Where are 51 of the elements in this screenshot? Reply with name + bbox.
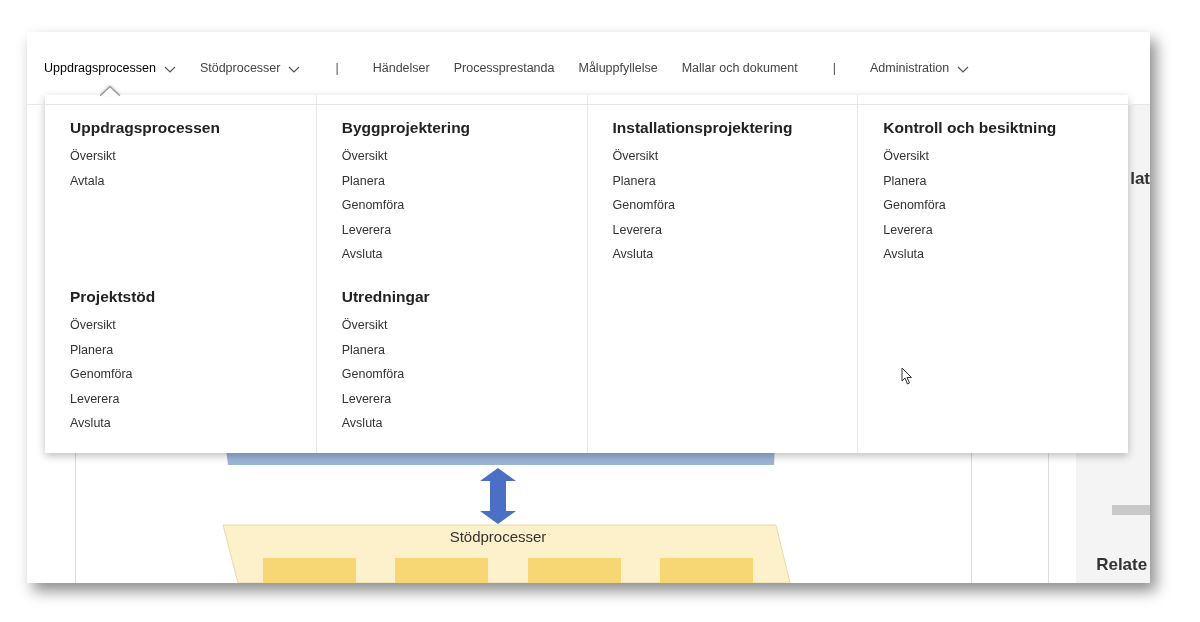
nav-menu[interactable]: Uppdragsprocessen	[44, 39, 176, 97]
nav-separator: |	[335, 61, 339, 75]
menu-link[interactable]: Avtala	[70, 168, 105, 193]
scrollbar[interactable]	[1112, 505, 1150, 515]
nav-menu[interactable]: Stödprocesser	[199, 39, 301, 97]
menu-link[interactable]: Översikt	[341, 144, 388, 169]
chevron-down-icon	[163, 65, 176, 73]
menu-link[interactable]: Planera	[341, 168, 385, 193]
menu-heading-link[interactable]: Byggprojektering	[341, 119, 471, 137]
menu-link[interactable]: Genomföra	[70, 362, 133, 387]
menu-link[interactable]: Planera	[341, 337, 385, 362]
menu-heading-link[interactable]: Projektstöd	[70, 288, 156, 306]
nav-link[interactable]: Processprestanda	[453, 39, 555, 97]
menu-link[interactable]: Genomföra	[612, 193, 676, 218]
menu-heading-link[interactable]: Utredningar	[341, 288, 430, 306]
menu-link[interactable]: Leverera	[612, 217, 662, 242]
menu-heading-link[interactable]: Uppdragsprocessen	[70, 119, 220, 137]
nav-link[interactable]: Händelser	[372, 39, 430, 97]
menu-link[interactable]: Avsluta	[70, 411, 111, 436]
menu-link[interactable]: Översikt	[612, 144, 659, 169]
menu-link[interactable]: Planera	[883, 168, 927, 193]
menu-heading-link[interactable]: Installationsprojektering	[612, 119, 793, 137]
panel-heading: lat	[1130, 169, 1150, 189]
mouse-pointer-icon	[901, 367, 913, 385]
chevron-down-icon	[957, 65, 970, 73]
menu-link[interactable]: Avsluta	[883, 242, 924, 267]
diagram-label: Stödprocesser	[450, 528, 547, 545]
chevron-down-icon	[288, 65, 301, 73]
menu-link[interactable]: Genomföra	[341, 193, 405, 218]
menu-link[interactable]: Leverera	[341, 386, 392, 411]
menu-link[interactable]: Leverera	[883, 217, 933, 242]
menu-link[interactable]: Genomföra	[341, 362, 405, 387]
menu-link[interactable]: Genomföra	[883, 193, 946, 218]
menu-link[interactable]: Leverera	[70, 386, 120, 411]
menu-link[interactable]: Översikt	[70, 313, 116, 338]
menu-link[interactable]: Avsluta	[612, 242, 654, 267]
nav-menu[interactable]: Administration	[870, 39, 970, 97]
menu-link[interactable]: Avsluta	[341, 411, 383, 436]
menu-link[interactable]: Avsluta	[341, 242, 383, 267]
menu-link[interactable]: Översikt	[883, 144, 930, 169]
menu-link[interactable]: Planera	[70, 337, 114, 362]
menu-link[interactable]: Översikt	[341, 313, 388, 338]
menu-link[interactable]: Planera	[612, 168, 656, 193]
menu-heading-link[interactable]: Kontroll och besiktning	[883, 119, 1057, 137]
panel-heading: Relate	[1096, 555, 1149, 575]
nav-link[interactable]: Måluppfyllelse	[578, 39, 658, 97]
nav-link[interactable]: Mallar och dokument	[681, 39, 798, 97]
menu-link[interactable]: Leverera	[341, 217, 392, 242]
nav-separator: |	[832, 61, 836, 75]
double-arrow-icon	[480, 468, 517, 524]
menu-link[interactable]: Översikt	[70, 144, 116, 169]
